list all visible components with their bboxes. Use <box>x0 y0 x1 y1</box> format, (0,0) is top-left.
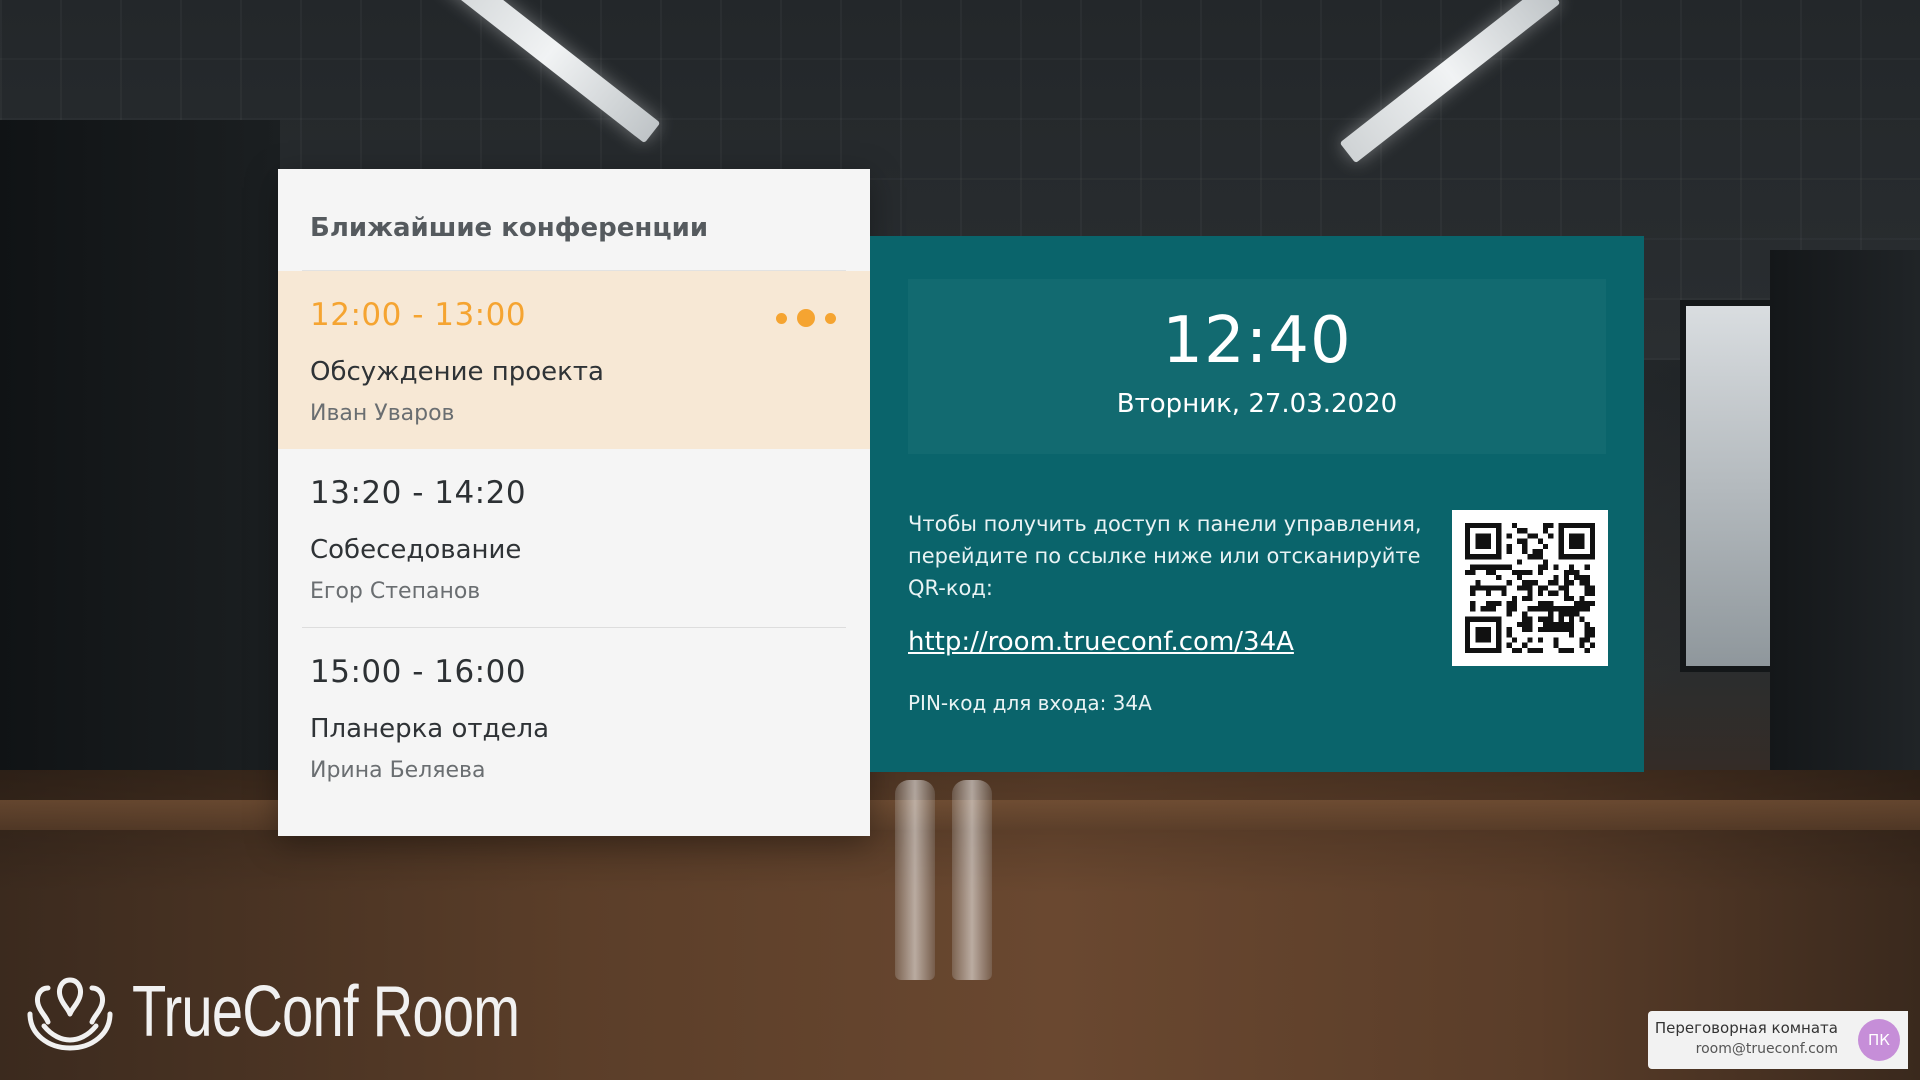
pin-code: PIN-код для входа: 34A <box>908 691 1152 715</box>
clock-date: Вторник, 27.03.2020 <box>1116 389 1398 419</box>
conference-title: Планерка отдела <box>310 714 550 744</box>
room-badge[interactable]: Переговорная комната room@trueconf.com П… <box>1648 1011 1908 1069</box>
left-wall <box>0 120 280 840</box>
conference-time: 15:00 - 16:00 <box>310 654 527 690</box>
bottle <box>895 780 935 980</box>
room-email: room@trueconf.com <box>1695 1041 1838 1057</box>
more-dots-icon <box>776 309 836 327</box>
dot <box>825 312 836 324</box>
bottle <box>952 780 992 980</box>
conference-title: Обсуждение проекта <box>310 357 604 387</box>
conference-organizer: Егор Степанов <box>310 579 481 604</box>
right-wall <box>1770 250 1920 790</box>
dot <box>776 312 787 324</box>
dot <box>797 309 815 327</box>
access-instructions: Чтобы получить доступ к панели управлени… <box>908 512 1422 600</box>
room-name: Переговорная комната <box>1654 1019 1838 1037</box>
conference-list-title: Ближайшие конференции <box>310 213 709 243</box>
clock-box: 12:40 Вторник, 27.03.2020 <box>908 279 1606 454</box>
conference-item-1[interactable]: 12:00 - 13:00 Обсуждение проекта Иван Ув… <box>278 271 870 449</box>
conference-list-card: Ближайшие конференции 12:00 - 13:00 Обсу… <box>278 169 870 836</box>
window <box>1680 300 1782 672</box>
conference-item-2[interactable]: 13:20 - 14:20 Собеседование Егор Степано… <box>278 449 870 627</box>
brand-name: TrueConf Room <box>132 972 520 1052</box>
trueconf-logo-icon <box>27 977 113 1051</box>
conference-item-3[interactable]: 15:00 - 16:00 Планерка отдела Ирина Беля… <box>278 628 870 806</box>
conference-organizer: Ирина Беляева <box>310 758 486 783</box>
conference-time: 12:00 - 13:00 <box>310 297 527 333</box>
conference-time: 13:20 - 14:20 <box>310 475 527 511</box>
clock-time: 12:40 <box>1162 304 1352 378</box>
qr-code-icon[interactable] <box>1452 510 1608 666</box>
brand-logo: TrueConf Room <box>22 970 629 1054</box>
conference-organizer: Иван Уваров <box>310 401 455 426</box>
control-panel-link[interactable]: http://room.trueconf.com/34A <box>908 627 1294 657</box>
conference-title: Собеседование <box>310 535 522 565</box>
qr-code-icon <box>1465 523 1595 653</box>
info-panel: 12:40 Вторник, 27.03.2020 Чтобы получить… <box>870 236 1644 772</box>
avatar: ПК <box>1858 1019 1900 1061</box>
